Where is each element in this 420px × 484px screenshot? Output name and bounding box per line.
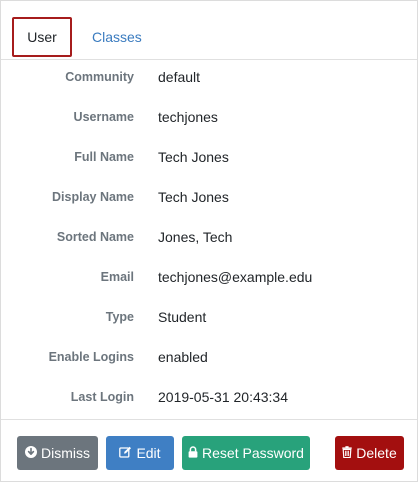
tab-bar: User Classes <box>1 1 417 60</box>
detail-label: Sorted Name <box>56 230 134 244</box>
detail-row-last-login: Last Login 2019-05-31 20:43:34 <box>1 379 417 419</box>
detail-label: Full Name <box>74 150 134 164</box>
delete-label: Delete <box>356 445 397 461</box>
edit-button[interactable]: Edit <box>106 436 174 470</box>
dismiss-label: Dismiss <box>41 445 90 461</box>
detail-label: Display Name <box>52 190 134 204</box>
detail-label: Email <box>100 270 134 284</box>
action-bar: Dismiss Edit Reset Password Delete <box>1 419 417 483</box>
tab-user[interactable]: User <box>12 17 72 57</box>
detail-row-sorted-name: Sorted Name Jones, Tech <box>1 219 417 259</box>
reset-password-button[interactable]: Reset Password <box>182 436 310 470</box>
detail-label: Type <box>105 310 134 324</box>
reset-password-label: Reset Password <box>202 445 304 461</box>
detail-row-full-name: Full Name Tech Jones <box>1 139 417 179</box>
user-details: Community default Username techjones Ful… <box>1 59 417 419</box>
arrow-circle-down-icon <box>25 436 37 470</box>
detail-value: 2019-05-31 20:43:34 <box>158 389 288 405</box>
detail-row-type: Type Student <box>1 299 417 339</box>
detail-row-community: Community default <box>1 59 417 99</box>
detail-value: Tech Jones <box>158 189 229 205</box>
detail-row-email: Email techjones@example.edu <box>1 259 417 299</box>
edit-icon <box>119 436 132 470</box>
detail-label: Username <box>73 110 134 124</box>
detail-value: Tech Jones <box>158 149 229 165</box>
detail-row-display-name: Display Name Tech Jones <box>1 179 417 219</box>
detail-label: Last Login <box>70 390 134 404</box>
user-detail-panel: User Classes Community default Username … <box>0 0 418 482</box>
detail-label: Enable Logins <box>48 350 134 364</box>
detail-value: default <box>158 69 201 85</box>
tab-classes[interactable]: Classes <box>78 17 156 57</box>
edit-label: Edit <box>136 445 161 461</box>
detail-label: Community <box>65 70 134 84</box>
detail-value: techjones@example.edu <box>158 269 313 285</box>
detail-value: Student <box>158 309 207 325</box>
detail-value: Jones, Tech <box>158 229 233 245</box>
detail-row-enable-logins: Enable Logins enabled <box>1 339 417 379</box>
delete-button[interactable]: Delete <box>335 436 404 470</box>
dismiss-button[interactable]: Dismiss <box>17 436 98 470</box>
lock-icon <box>188 436 198 470</box>
detail-row-username: Username techjones <box>1 99 417 139</box>
detail-value: enabled <box>158 349 208 365</box>
detail-value: techjones <box>158 109 218 125</box>
trash-icon <box>342 436 352 470</box>
